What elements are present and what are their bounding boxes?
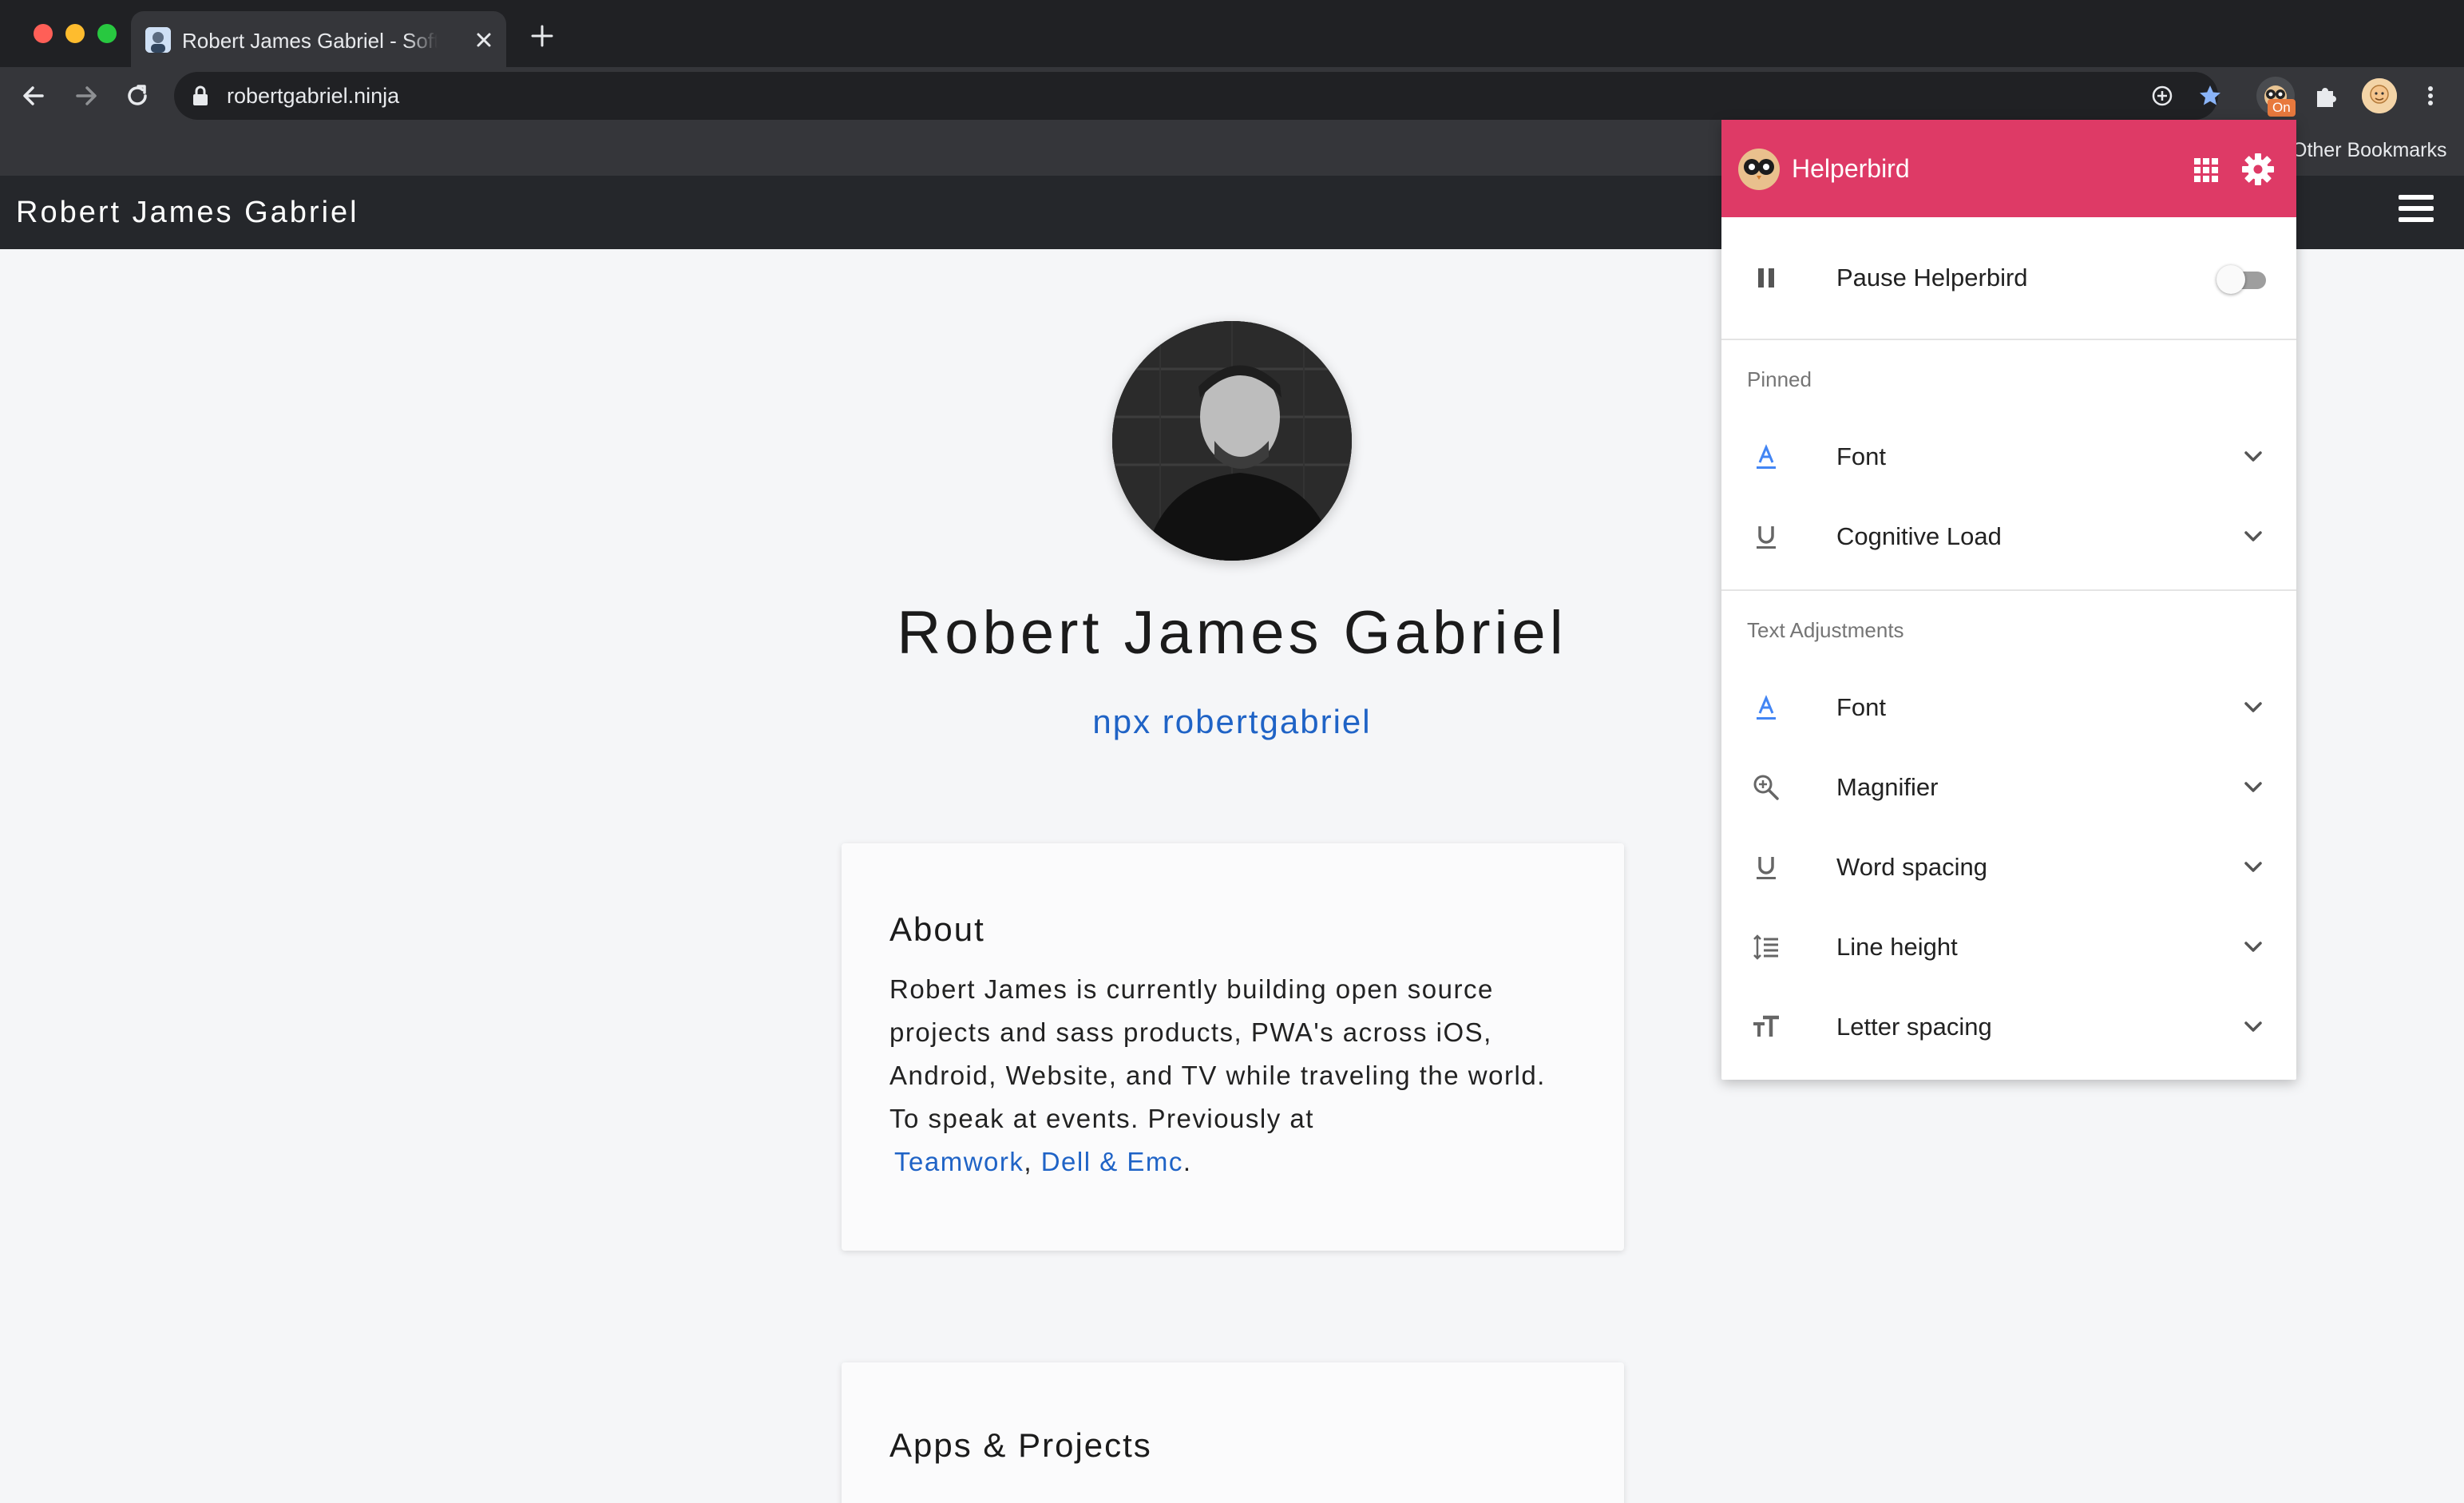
hero-name: Robert James Gabriel [897,599,1567,667]
text-adjust-item-font[interactable]: Font [1721,668,2296,748]
extension-on-badge: On [2268,99,2296,117]
browser-tab[interactable]: Robert James Gabriel - Software Engineer [131,11,506,67]
chevron-down-icon [2244,451,2262,462]
zoom-window-button[interactable] [97,24,117,43]
about-separator: , [1024,1147,1033,1176]
bookmark-star-icon[interactable] [2197,83,2223,109]
text-adjust-item-word-spacing[interactable]: Word spacing [1721,827,2296,907]
text-adjustments-section-label: Text Adjustments [1747,618,1904,642]
reload-button[interactable] [123,81,152,110]
add-circle-icon[interactable] [2149,83,2175,109]
dell-emc-link[interactable]: Dell & Emc [1041,1147,1183,1176]
helperbird-title: Helperbird [1792,154,1910,183]
chevron-down-icon [2244,531,2262,541]
about-heading: About [889,910,985,948]
chevron-down-icon [2244,1021,2262,1032]
tab-strip: Robert James Gabriel - Software Engineer [0,0,2464,67]
text-size-icon [1753,1015,1779,1037]
text-adjust-item-label: Magnifier [1836,773,1939,801]
apps-card: Apps & Projects [842,1362,1624,1503]
minimize-window-button[interactable] [65,24,85,43]
pause-toggle[interactable] [2216,265,2268,294]
pinned-item-label: Font [1836,442,1887,470]
other-bookmarks-button[interactable]: Other Bookmarks [2292,134,2447,166]
underline-icon [1757,526,1776,549]
profile-avatar[interactable] [2362,78,2397,113]
teamwork-link[interactable]: Teamwork [894,1147,1024,1176]
settings-gear-icon[interactable] [2240,152,2276,187]
new-tab-icon[interactable] [530,24,554,48]
helperbird-popup: Helperbird Pause Helperbird Pinned Font … [1721,120,2296,1080]
back-button[interactable] [19,81,48,110]
profile-face-icon [2362,78,2397,113]
npx-link[interactable]: npx robertgabriel [878,700,1586,744]
text-adjust-item-label: Line height [1836,933,1958,961]
tab-title: Robert James Gabriel - Software Engineer [182,27,438,54]
address-bar[interactable]: robertgabriel.ninja [174,72,2220,120]
browser-toolbar: robertgabriel.ninja On [0,67,2464,125]
reload-icon [128,85,147,105]
font-icon [1757,444,1776,469]
text-adjust-item-label: Letter spacing [1836,1013,1992,1041]
text-adjust-item-label: Font [1836,693,1887,721]
url-text: robertgabriel.ninja [227,84,400,108]
apps-heading: Apps & Projects [889,1426,1152,1464]
about-period: . [1182,1147,1192,1176]
arrow-left-icon [23,86,44,105]
extensions-puzzle-icon[interactable] [2312,81,2341,110]
pinned-section-label: Pinned [1747,367,1812,391]
profile-photo [1112,321,1352,561]
pause-icon [1758,268,1774,288]
helperbird-logo-icon [1738,149,1780,190]
about-paragraph: Robert James is currently building open … [889,974,1546,1133]
text-adjust-item-line-height[interactable]: Line height [1721,907,2296,987]
chevron-down-icon [2244,942,2262,952]
site-title[interactable]: Robert James Gabriel [16,193,359,232]
more-menu-icon[interactable] [2418,83,2443,109]
chevron-down-icon [2244,782,2262,792]
pinned-item-cognitive-load[interactable]: Cognitive Load [1721,497,2296,577]
pause-helperbird-row[interactable]: Pause Helperbird [1721,217,2296,340]
pinned-item-label: Cognitive Load [1836,522,2002,550]
apps-grid-icon[interactable] [2193,157,2220,184]
chevron-down-icon [2244,862,2262,872]
forward-button[interactable] [72,81,101,110]
pause-label: Pause Helperbird [1836,264,2028,291]
close-window-button[interactable] [34,24,53,43]
text-adjust-item-magnifier[interactable]: Magnifier [1721,748,2296,827]
font-icon [1757,695,1776,720]
lock-icon [193,85,208,105]
helperbird-header: Helperbird [1721,120,2296,217]
chevron-down-icon [2244,702,2262,712]
pinned-item-font[interactable]: Font [1721,417,2296,497]
arrow-right-icon [76,86,97,105]
about-card: About Robert James is currently building… [842,843,1624,1251]
text-adjust-item-letter-spacing[interactable]: Letter spacing [1721,987,2296,1067]
text-adjust-item-label: Word spacing [1836,853,1987,881]
magnifier-icon [1753,775,1779,800]
close-tab-icon[interactable] [471,27,497,53]
hamburger-menu-icon[interactable] [2399,195,2434,230]
section-divider [1721,589,2296,591]
underline-icon [1757,857,1776,879]
line-height-icon [1753,934,1778,960]
favicon-icon [145,27,171,53]
about-text: Robert James is currently building open … [889,968,1576,1184]
